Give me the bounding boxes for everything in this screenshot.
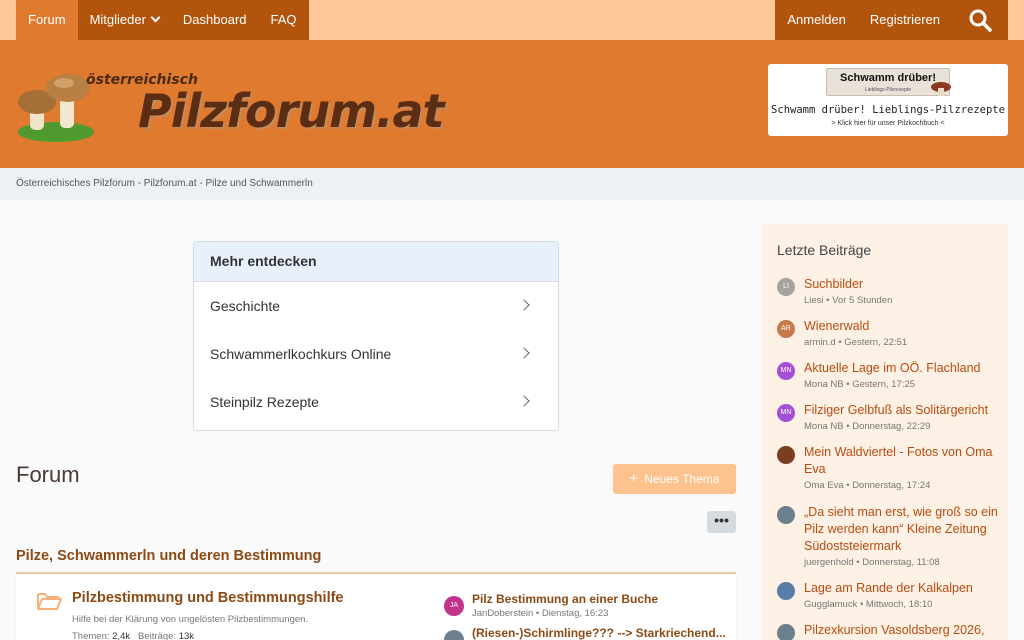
logo-title: Pilzforum.at <box>138 84 445 138</box>
chevron-right-icon <box>518 395 530 407</box>
posts-count: 13k <box>178 631 195 640</box>
login-link[interactable]: Anmelden <box>775 0 858 40</box>
more-options-button[interactable]: ••• <box>707 511 736 533</box>
node-title[interactable]: Pilzbestimmung und Bestimmungshilfe <box>72 590 344 606</box>
latest-posts-sidebar: Letzte Beiträge LI Suchbilder Liesi • Vor… <box>761 224 1008 640</box>
discover-more-box: Mehr entdecken Geschichte Schwammerlkoch… <box>193 241 559 431</box>
ad-headline: Schwamm drüber! Lieblings-Pilzrezepte <box>771 104 1005 116</box>
nav-left-group: Forum Mitglieder Dashboard FAQ <box>16 0 309 40</box>
mushroom-icon <box>931 82 951 96</box>
latest-thread-meta: JanDoberstein • Dienstag, 16:23 <box>472 608 609 619</box>
forum-node: Pilzbestimmung und Bestimmungshilfe Hilf… <box>16 574 736 640</box>
discover-item-steinpilz[interactable]: Steinpilz Rezepte <box>194 378 558 426</box>
nav-right-group: Anmelden Registrieren <box>775 0 1008 40</box>
post-meta: Mona NB • Donnerstag, 22:29 <box>804 421 931 432</box>
search-icon <box>969 9 992 32</box>
node-latest-threads: JA Pilz Bestimmung an einer Buche JanDob… <box>444 588 734 640</box>
post-meta: Oma Eva • Donnerstag, 17:24 <box>804 480 931 491</box>
node-description: Hilfe bei der Klärung von ungelösten Pil… <box>72 614 309 625</box>
latest-thread-title[interactable]: (Riesen-)Schirmlinge??? --> Starkriechen… <box>472 626 734 640</box>
discover-item-geschichte[interactable]: Geschichte <box>194 282 558 330</box>
category-title[interactable]: Pilze, Schwammerln und deren Bestimmung <box>16 548 321 564</box>
avatar[interactable] <box>777 624 795 640</box>
latest-thread-row: JA Pilz Bestimmung an einer Buche JanDob… <box>444 588 734 622</box>
page-title: Forum <box>16 462 80 487</box>
discover-heading: Mehr entdecken <box>194 242 558 282</box>
chevron-right-icon <box>518 299 530 311</box>
avatar[interactable] <box>777 582 795 600</box>
avatar[interactable]: MN <box>777 404 795 422</box>
latest-thread-row: (Riesen-)Schirmlinge??? --> Starkriechen… <box>444 622 734 640</box>
chevron-down-icon <box>150 12 161 23</box>
avatar[interactable]: LI <box>777 278 795 296</box>
post-title-link[interactable]: Filziger Gelbfuß als Solitärgericht <box>804 402 1000 419</box>
post-meta: juergenhold • Donnerstag, 11:08 <box>804 557 940 568</box>
avatar[interactable]: JA <box>444 596 464 616</box>
post-meta: Liesi • Vor 5 Stunden <box>804 295 893 306</box>
nav-faq[interactable]: FAQ <box>259 0 309 40</box>
posts-label: Beiträge: <box>138 631 177 640</box>
post-meta: Gugglamuck • Mittwoch, 18:10 <box>804 599 933 610</box>
avatar[interactable]: AR <box>777 320 795 338</box>
ad-cta: > Klick hier für unser Pilzkochbuch < <box>831 120 945 127</box>
discover-item-label: Geschichte <box>210 298 281 314</box>
post-title-link[interactable]: Suchbilder <box>804 276 1000 293</box>
post-title-link[interactable]: Aktuelle Lage im OÖ. Flachland <box>804 360 1000 377</box>
latest-thread-title[interactable]: Pilz Bestimmung an einer Buche <box>472 592 734 606</box>
nav-forum[interactable]: Forum <box>16 0 78 40</box>
avatar[interactable] <box>777 506 795 524</box>
top-navigation: Forum Mitglieder Dashboard FAQ Anmelden … <box>0 0 1024 40</box>
avatar[interactable] <box>777 446 795 464</box>
avatar[interactable]: MN <box>777 362 795 380</box>
avatar[interactable] <box>444 630 464 640</box>
post-title-link[interactable]: Lage am Rande der Kalkalpen <box>804 580 1000 597</box>
discover-item-kochkurs[interactable]: Schwammerlkochkurs Online <box>194 330 558 378</box>
post-meta: Mona NB • Gestern, 17:25 <box>804 379 916 390</box>
search-button[interactable] <box>952 0 1008 40</box>
node-stats: Themen: 2,4k Beiträge: 13k <box>72 631 194 640</box>
new-thread-button[interactable]: + Neues Thema <box>613 464 736 494</box>
folder-open-icon <box>37 593 62 610</box>
discover-item-label: Schwammerlkochkurs Online <box>210 346 392 362</box>
nav-dashboard[interactable]: Dashboard <box>171 0 259 40</box>
post-meta: armin.d • Gestern, 22:51 <box>804 337 908 348</box>
plus-icon: + <box>629 470 639 487</box>
chevron-right-icon <box>518 347 530 359</box>
site-logo[interactable]: österreichisch Pilzforum.at <box>16 70 466 150</box>
nav-members-label: Mitglieder <box>89 12 146 27</box>
breadcrumb[interactable]: Österreichisches Pilzforum - Pilzforum.a… <box>0 168 1024 200</box>
site-header: österreichisch Pilzforum.at Schwamm drüb… <box>0 40 1024 168</box>
post-title-link[interactable]: „Da sieht man erst, wie groß so ein Pilz… <box>804 504 1000 555</box>
cookbook-ad-banner[interactable]: Schwamm drüber! Lieblings-Pilzrezepte Sc… <box>768 64 1008 136</box>
nav-members[interactable]: Mitglieder <box>78 0 171 40</box>
threads-label: Themen: <box>72 631 110 640</box>
new-thread-label: Neues Thema <box>644 472 720 486</box>
register-link[interactable]: Registrieren <box>858 0 952 40</box>
post-title-link[interactable]: Mein Waldviertel - Fotos von Oma Eva <box>804 444 1000 478</box>
threads-count: 2,4k <box>112 631 131 640</box>
post-title-link[interactable]: Wienerwald <box>804 318 1000 335</box>
discover-item-label: Steinpilz Rezepte <box>210 394 319 410</box>
sidebar-title: Letzte Beiträge <box>777 242 872 258</box>
post-title-link[interactable]: Pilzexkursion Vasoldsberg 2026, <box>804 622 1000 639</box>
